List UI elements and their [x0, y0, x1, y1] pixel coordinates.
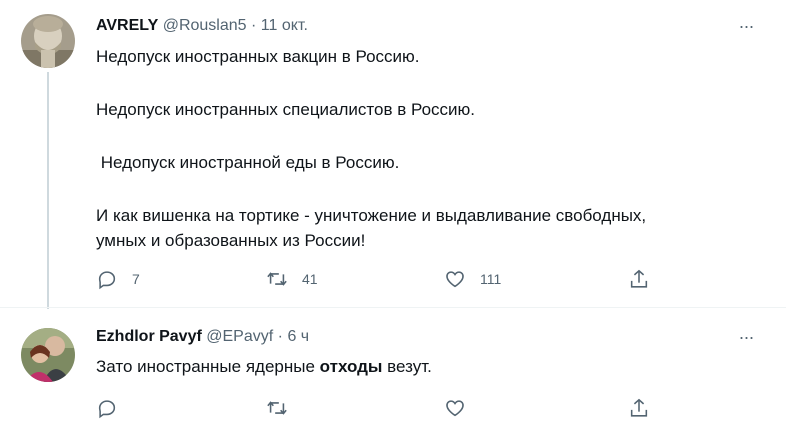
action-bar: 7 41 111	[96, 268, 676, 292]
share-icon	[630, 269, 648, 288]
avatar[interactable]	[21, 14, 75, 68]
like-icon	[446, 271, 464, 288]
tweet-text: Недопуск иностранных вакцин в Россию. Не…	[96, 44, 766, 253]
action-bar	[96, 397, 676, 421]
retweet-button[interactable]	[266, 397, 302, 419]
separator: ·	[251, 17, 257, 34]
tweet-paragraph: И как вишенка на тортике - уничтожение и…	[96, 206, 647, 250]
tweet-header: AVRELY @Rouslan5 · 11 окт.	[96, 16, 308, 36]
thread-line	[47, 72, 49, 309]
separator: ·	[277, 328, 283, 345]
timestamp[interactable]: 11 окт.	[261, 17, 308, 34]
retweet-count: 41	[302, 271, 318, 287]
tweet-header: Ezhdlor Pavyf @EPavyf · 6 ч	[96, 327, 309, 347]
retweet-icon	[267, 401, 287, 415]
tweet-paragraph: Недопуск иностранной еды в Россию.	[96, 153, 400, 172]
author-handle[interactable]: @EPavyf	[206, 328, 273, 345]
share-icon	[630, 398, 648, 417]
tweet-paragraph: Недопуск иностранных вакцин в Россию.	[96, 47, 420, 66]
reply-count: 7	[132, 271, 140, 287]
author-handle[interactable]: @Rouslan5	[163, 17, 247, 34]
retweet-icon	[267, 272, 287, 286]
more-icon: ···	[738, 326, 755, 347]
more-options-button[interactable]: ···	[736, 16, 756, 36]
reply-button[interactable]: 7	[96, 268, 140, 290]
author-name[interactable]: Ezhdlor Pavyf	[96, 328, 202, 345]
reply-button[interactable]	[96, 397, 132, 419]
tweet-paragraph: Недопуск иностранных специалистов в Росс…	[96, 100, 475, 119]
reply-icon	[98, 400, 116, 419]
like-count: 111	[480, 271, 502, 287]
like-button[interactable]	[444, 397, 480, 419]
timestamp[interactable]: 6 ч	[287, 328, 309, 345]
reply-icon	[98, 271, 116, 290]
like-button[interactable]: 111	[444, 268, 501, 290]
tweet-text: Зато иностранные ядерные отходы везут.	[96, 354, 432, 379]
more-options-button[interactable]: ···	[736, 327, 756, 347]
tweet-text-bold: отходы	[319, 357, 383, 376]
avatar[interactable]	[21, 328, 75, 382]
share-button[interactable]	[628, 268, 650, 290]
more-icon: ···	[738, 15, 755, 36]
retweet-button[interactable]: 41	[266, 268, 318, 290]
share-button[interactable]	[628, 397, 650, 419]
tweet-text-part: Зато иностранные ядерные	[96, 357, 320, 376]
author-name[interactable]: AVRELY	[96, 17, 158, 34]
tweet-text-part: везут.	[382, 357, 432, 376]
like-icon	[446, 400, 464, 417]
tweet[interactable]: Ezhdlor Pavyf @EPavyf · 6 ч ··· Зато ино…	[0, 307, 786, 431]
tweet[interactable]: AVRELY @Rouslan5 · 11 окт. ··· Недопуск …	[0, 0, 786, 309]
